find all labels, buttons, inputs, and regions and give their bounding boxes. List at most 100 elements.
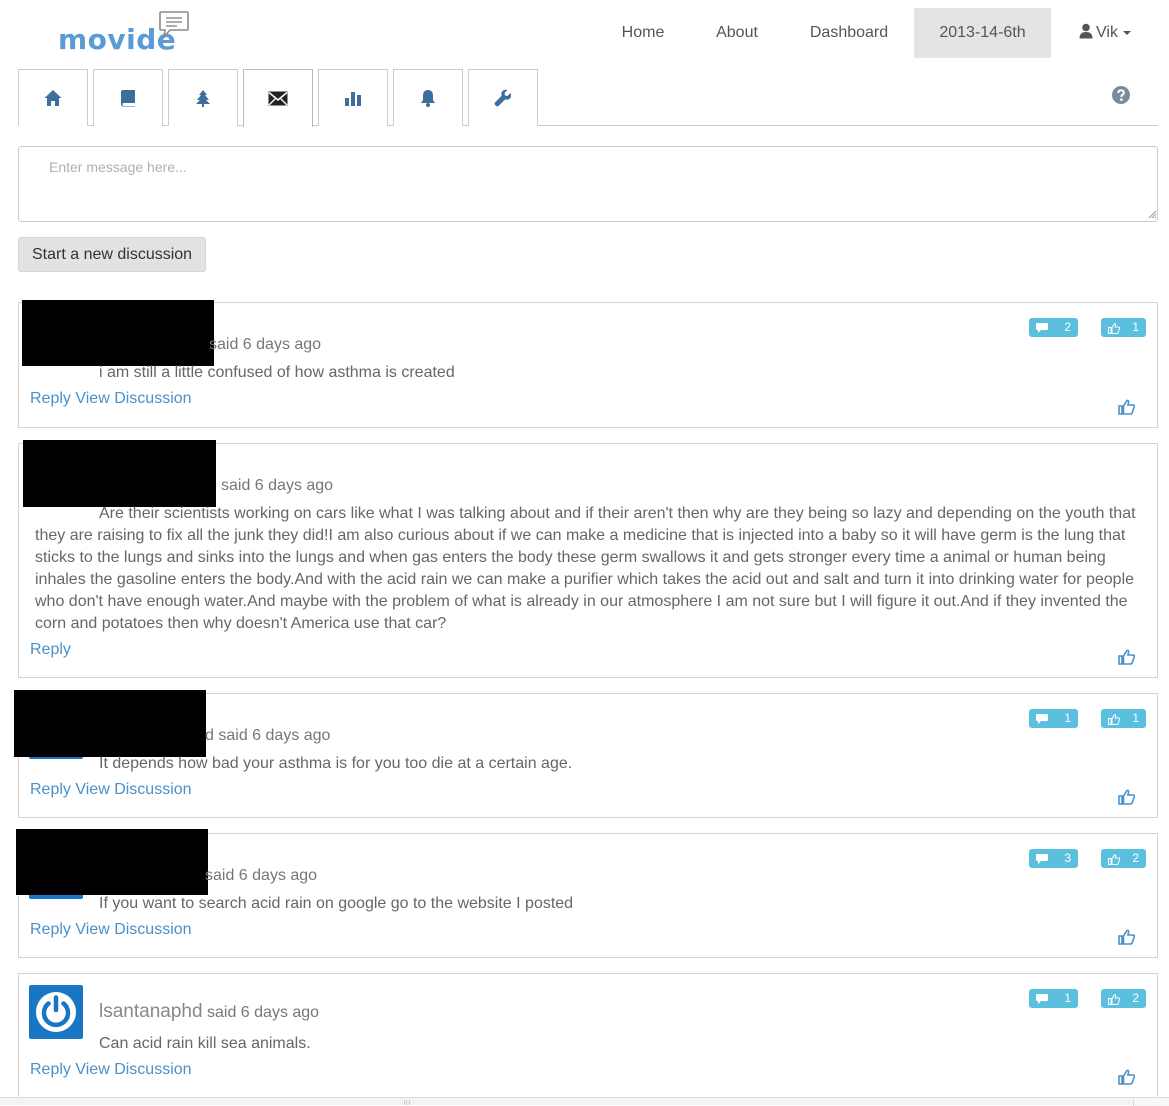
tab-settings[interactable] [468,69,538,126]
author-fragment: d [205,727,214,744]
comment-count-badge[interactable]: 1 [1029,709,1078,728]
power-icon [36,992,76,1032]
like-icon[interactable] [1118,789,1135,805]
post-body: i am still a little confused of how asth… [99,364,455,381]
post-actions: Reply View Discussion [30,781,192,799]
discussion-post: said 6 days ago i am still a little conf… [18,300,1158,428]
like-count-badge[interactable]: 1 [1101,318,1146,337]
comment-count: 3 [1064,851,1071,865]
comment-count-badge[interactable]: 3 [1029,849,1078,868]
tab-messages[interactable] [243,69,313,127]
thumbs-up-icon [1108,994,1120,1005]
nav-links: Home About Dashboard 2013-14-6th Vik [0,8,1169,58]
reply-link[interactable]: Reply [30,921,71,938]
redacted-author [22,300,214,366]
like-count: 2 [1132,991,1139,1005]
post-meta: lsantanaphd said 6 days ago [99,1001,319,1023]
thumbs-up-icon [1108,323,1120,334]
reply-link[interactable]: Reply [30,1061,71,1078]
nav-dashboard[interactable]: Dashboard [793,8,905,58]
bell-icon [421,90,435,107]
like-count: 2 [1132,851,1139,865]
post-actions: Reply View Discussion [30,390,192,408]
tab-notifications[interactable] [393,69,463,126]
comment-icon [1036,994,1048,1004]
message-input[interactable] [18,146,1158,222]
start-discussion-button[interactable]: Start a new discussion [18,237,207,272]
reply-link[interactable]: Reply [30,641,71,658]
redacted-author [14,690,206,757]
post-meta: said 6 days ago [205,864,317,886]
post-timestamp: said 6 days ago [207,1004,320,1021]
discussion-post: lsantanaphd said 6 days ago Can acid rai… [18,973,1158,1097]
like-icon[interactable] [1118,1069,1135,1085]
home-icon [44,90,62,106]
like-icon[interactable] [1118,929,1135,945]
thumbs-up-icon [1108,714,1120,725]
comment-icon [1036,323,1048,333]
tree-icon [196,90,210,107]
post-actions: Reply View Discussion [30,921,192,939]
like-icon[interactable] [1118,649,1135,665]
like-count-badge[interactable]: 1 [1101,709,1146,728]
question-circle-icon[interactable] [1112,86,1130,104]
comment-count: 1 [1064,711,1071,725]
discussion-post: d said 6 days ago It depends how bad you… [14,690,1158,818]
horizontal-scrollbar[interactable]: ||| [0,1097,1169,1106]
thumbs-up-icon [1108,854,1120,865]
like-count-badge[interactable]: 2 [1101,989,1146,1008]
comment-icon [1036,714,1048,724]
comment-icon [1036,854,1048,864]
view-discussion-link[interactable]: View Discussion [75,1061,191,1078]
wrench-icon [494,89,511,107]
redacted-author [23,440,216,507]
discussion-post: said 6 days ago Are their scientists wor… [18,440,1158,678]
nav-home[interactable]: Home [604,8,682,58]
comment-count-badge[interactable]: 2 [1029,318,1078,337]
comment-count: 2 [1064,320,1071,334]
view-discussion-link[interactable]: View Discussion [75,390,191,407]
user-name: Vik [1096,24,1118,41]
tab-stats[interactable] [318,69,388,126]
post-meta: said 6 days ago [209,333,321,355]
post-body: Can acid rain kill sea animals. [99,1035,311,1052]
comment-count: 1 [1064,991,1071,1005]
redacted-author [16,829,208,895]
user-menu[interactable]: Vik [1066,8,1144,58]
scrollbar-grip-icon: ||| [404,1100,411,1106]
post-timestamp: said 6 days ago [221,477,334,494]
comment-count-badge[interactable]: 1 [1029,989,1078,1008]
tab-tree[interactable] [168,69,238,126]
avatar[interactable] [29,985,83,1039]
post-actions: Reply [30,641,71,659]
user-icon [1079,23,1093,39]
post-body: If you want to search acid rain on googl… [99,895,574,912]
like-icon[interactable] [1118,399,1135,415]
like-count-badge[interactable]: 2 [1101,849,1146,868]
view-discussion-link[interactable]: View Discussion [75,781,191,798]
post-actions: Reply View Discussion [30,1061,192,1079]
book-icon [121,90,135,107]
tab-home[interactable] [18,69,88,126]
like-count: 1 [1132,320,1139,334]
post-body: Are their scientists working on cars lik… [35,505,1136,632]
post-timestamp: said 6 days ago [209,336,322,353]
view-discussion-link[interactable]: View Discussion [75,921,191,938]
post-meta: d said 6 days ago [205,724,330,746]
envelope-icon [268,91,288,106]
resize-handle-icon[interactable] [1148,210,1157,219]
tab-book[interactable] [93,69,163,126]
nav-about[interactable]: About [700,8,774,58]
nav-date-term[interactable]: 2013-14-6th [914,8,1051,58]
reply-link[interactable]: Reply [30,390,71,407]
reply-link[interactable]: Reply [30,781,71,798]
post-author[interactable]: lsantanaphd [99,1001,203,1022]
top-navbar: movide Home About Dashboard 2013-14-6th … [0,0,1169,62]
post-body: It depends how bad your asthma is for yo… [99,755,573,772]
post-timestamp: said 6 days ago [205,867,318,884]
chevron-down-icon [1122,30,1131,35]
discussion-post: said 6 days ago If you want to search ac… [16,829,1158,958]
post-meta: said 6 days ago [221,474,333,496]
post-timestamp: said 6 days ago [218,727,331,744]
like-count: 1 [1132,711,1139,725]
